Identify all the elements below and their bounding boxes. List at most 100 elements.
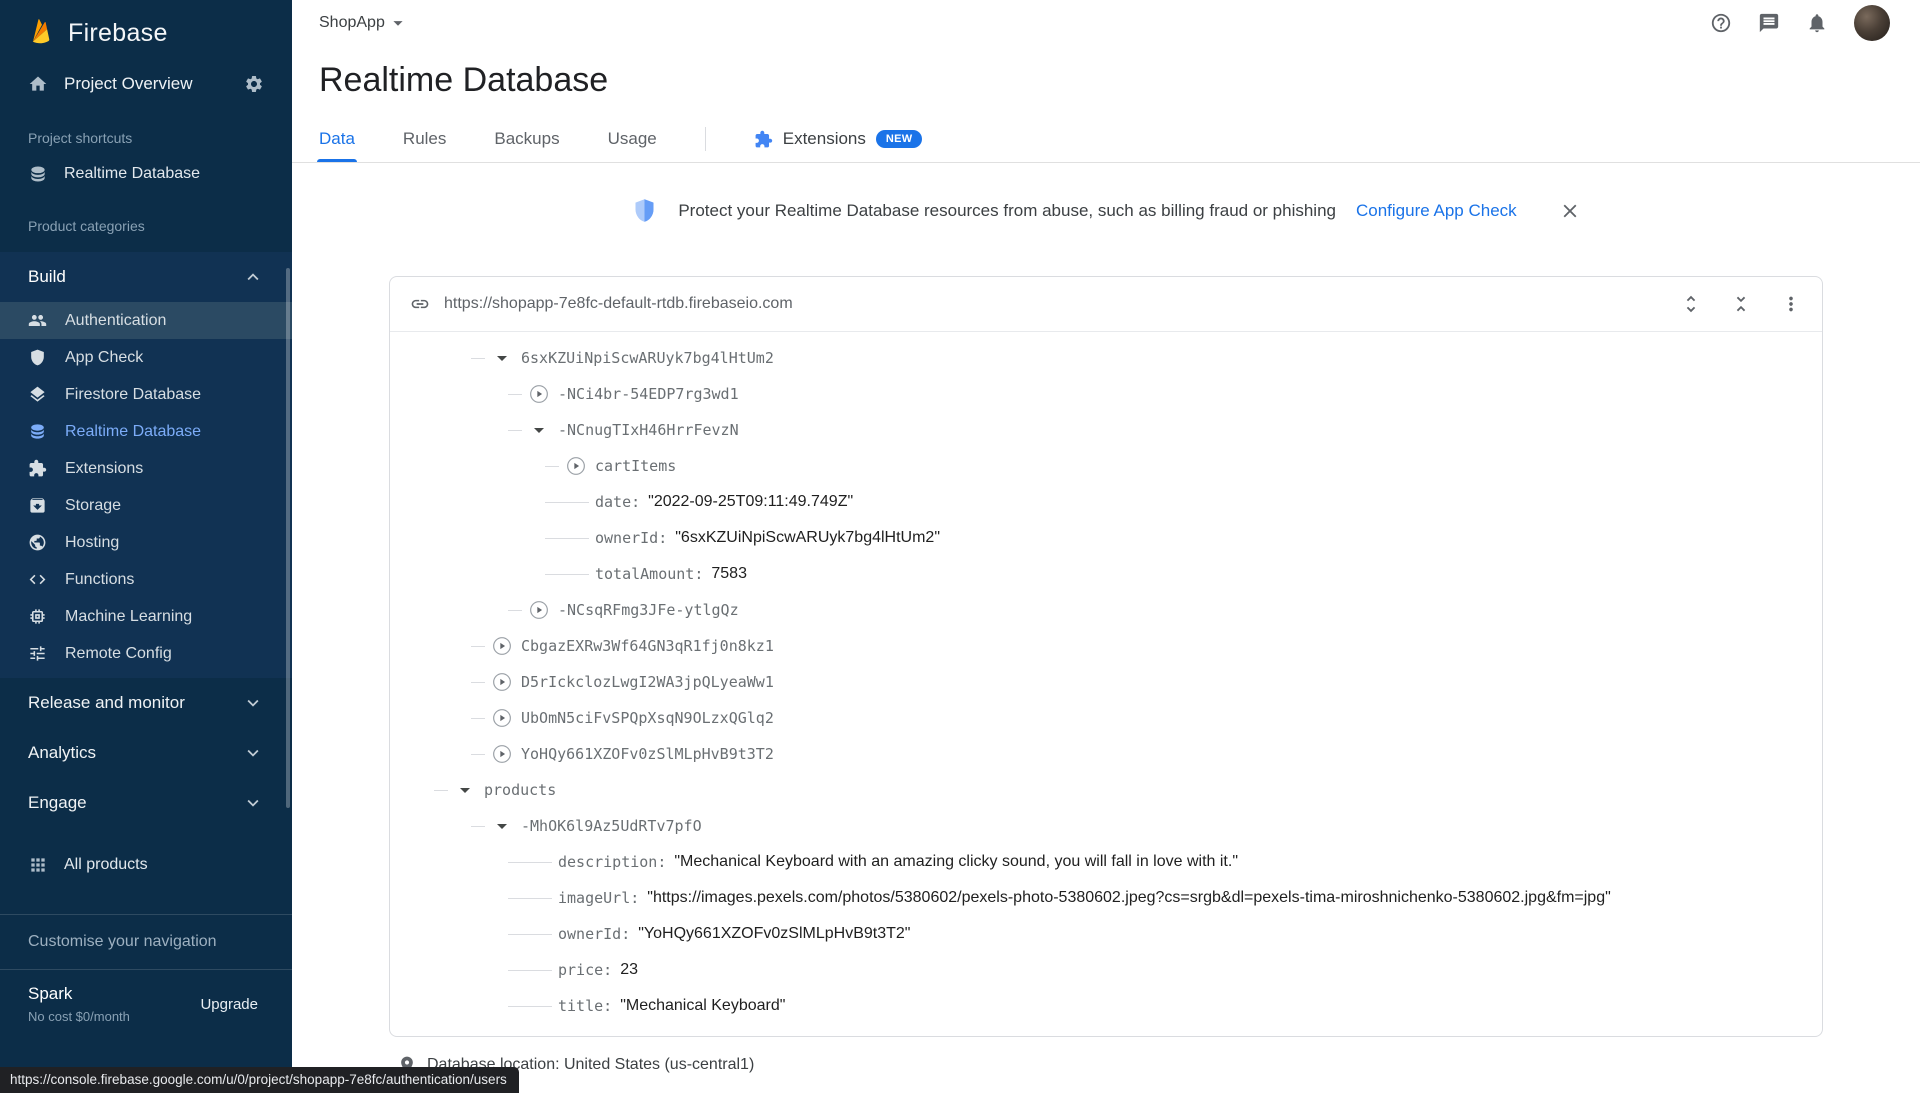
close-banner-icon[interactable] xyxy=(1559,200,1581,222)
tree-row-d5rickclozlwgi2wa3jpqlyeaww1: D5rIckclozLwgI2WA3jpQLyeaWw1 xyxy=(412,664,1806,700)
tab-usage[interactable]: Usage xyxy=(608,116,657,162)
tree-node-key[interactable]: -NCi4br-54EDP7rg3wd1 xyxy=(558,385,739,403)
tab-extensions[interactable]: Extensions NEW xyxy=(754,116,923,162)
sidebar-item-realtime-database[interactable]: Realtime Database xyxy=(0,413,292,450)
more-options-icon[interactable] xyxy=(1780,293,1802,315)
project-selector[interactable]: ShopApp xyxy=(319,12,409,34)
feedback-icon[interactable] xyxy=(1758,12,1780,34)
sidebar-section-analytics[interactable]: Analytics xyxy=(0,728,292,778)
section-label: Engage xyxy=(28,793,87,812)
tree-row-ownerid: ownerId: "YoHQy661XZOFv0zSlMLpHvB9t3T2" xyxy=(412,916,1806,952)
user-avatar[interactable] xyxy=(1854,5,1890,41)
tree-node-key[interactable]: title: xyxy=(558,997,612,1015)
shield-icon xyxy=(28,348,47,367)
sidebar-item-all-products[interactable]: All products xyxy=(0,842,292,888)
database-card-header: https://shopapp-7e8fc-default-rtdb.fireb… xyxy=(390,277,1822,332)
home-icon xyxy=(28,74,48,94)
section-label: Analytics xyxy=(28,743,97,762)
gear-icon[interactable] xyxy=(244,74,264,94)
tree-expand-toggle-icon[interactable] xyxy=(487,633,517,659)
sidebar-item-app-check[interactable]: App Check xyxy=(0,339,292,376)
tree-expand-toggle-icon[interactable] xyxy=(524,597,554,623)
sidebar-item-remote-config[interactable]: Remote Config xyxy=(0,635,292,672)
tree-node-key[interactable]: products xyxy=(484,781,556,799)
tree-node-value[interactable]: "https://images.pexels.com/photos/538060… xyxy=(647,889,1611,907)
tree-collapse-toggle-icon[interactable] xyxy=(524,417,554,443)
sidebar-item-label: Remote Config xyxy=(65,644,172,662)
collapse-all-icon[interactable] xyxy=(1730,293,1752,315)
plan-detail: No cost $0/month xyxy=(28,1009,130,1024)
tree-node-key[interactable]: cartItems xyxy=(595,457,676,475)
sidebar-item-label: Authentication xyxy=(65,311,167,329)
tree-row-description: description: "Mechanical Keyboard with an… xyxy=(412,844,1806,880)
tree-node-key[interactable]: CbgazEXRw3Wf64GN3qR1fj0n8kz1 xyxy=(521,637,774,655)
tree-node-key[interactable]: D5rIckclozLwgI2WA3jpQLyeaWw1 xyxy=(521,673,774,691)
tree-connector xyxy=(434,789,448,791)
tune-icon xyxy=(28,644,47,663)
sidebar-item-authentication[interactable]: Authentication xyxy=(0,302,292,339)
tree-collapse-toggle-icon[interactable] xyxy=(487,345,517,371)
sidebar-item-extensions[interactable]: Extensions xyxy=(0,450,292,487)
sidebar-scrollbar[interactable] xyxy=(286,268,290,808)
tab-rules[interactable]: Rules xyxy=(403,116,446,162)
tree-node-value[interactable]: "2022-09-25T09:11:49.749Z" xyxy=(648,493,853,511)
tree-node-key[interactable]: date: xyxy=(595,493,640,511)
tree-node-key[interactable]: YoHQy661XZOFv0zSlMLpHvB9t3T2 xyxy=(521,745,774,763)
tree-node-key[interactable]: -NCnugTIxH46HrrFevzN xyxy=(558,421,739,439)
notifications-bell-icon[interactable] xyxy=(1806,12,1828,34)
tree-node-key[interactable]: totalAmount: xyxy=(595,565,703,583)
sidebar-item-storage[interactable]: Storage xyxy=(0,487,292,524)
tree-node-value[interactable]: "Mechanical Keyboard with an amazing cli… xyxy=(674,853,1238,871)
tree-expand-toggle-icon[interactable] xyxy=(487,741,517,767)
chevron-down-icon xyxy=(387,12,409,34)
tree-node-value[interactable]: "YoHQy661XZOFv0zSlMLpHvB9t3T2" xyxy=(638,925,910,943)
sidebar-item-project-overview[interactable]: Project Overview xyxy=(0,60,292,108)
sidebar-item-realtime-database-shortcut[interactable]: Realtime Database xyxy=(0,152,292,196)
sidebar-item-label: Functions xyxy=(65,570,135,588)
tree-node-key[interactable]: -NCsqRFmg3JFe-ytlgQz xyxy=(558,601,739,619)
configure-app-check-link[interactable]: Configure App Check xyxy=(1356,201,1517,221)
tree-collapse-toggle-icon[interactable] xyxy=(450,777,480,803)
sidebar-item-hosting[interactable]: Hosting xyxy=(0,524,292,561)
tree-expand-toggle-icon[interactable] xyxy=(487,705,517,731)
tree-node-value[interactable]: 7583 xyxy=(711,565,747,583)
tree-collapse-toggle-icon[interactable] xyxy=(487,813,517,839)
build-section-header[interactable]: Build xyxy=(0,252,292,302)
sidebar-item-firestore-database[interactable]: Firestore Database xyxy=(0,376,292,413)
tree-node-key[interactable]: imageUrl: xyxy=(558,889,639,907)
tree-node-value[interactable]: 23 xyxy=(620,961,638,979)
tree-node-key[interactable]: ownerId: xyxy=(595,529,667,547)
sidebar-item-functions[interactable]: Functions xyxy=(0,561,292,598)
extensions-tab-label: Extensions xyxy=(782,129,866,148)
tree-node-key[interactable]: description: xyxy=(558,853,666,871)
tree-expand-toggle-icon[interactable] xyxy=(524,381,554,407)
tree-row-nci4br-54edp7rg3wd1: -NCi4br-54EDP7rg3wd1 xyxy=(412,376,1806,412)
sidebar-section-release-and-monitor[interactable]: Release and monitor xyxy=(0,678,292,728)
expand-all-icon[interactable] xyxy=(1680,293,1702,315)
sidebar-section-engage[interactable]: Engage xyxy=(0,778,292,828)
tree-expand-toggle-icon[interactable] xyxy=(561,453,591,479)
tab-data[interactable]: Data xyxy=(317,116,357,162)
tab-backups[interactable]: Backups xyxy=(494,116,559,162)
tree-connector xyxy=(471,645,485,647)
tree-node-key[interactable]: 6sxKZUiNpiScwARUyk7bg4lHtUm2 xyxy=(521,349,774,367)
tree-node-key[interactable]: UbOmN5ciFvSPQpXsqN9OLzxQGlq2 xyxy=(521,709,774,727)
database-tree: 6sxKZUiNpiScwARUyk7bg4lHtUm2 -NCi4br-54ED… xyxy=(390,332,1822,1036)
tree-row-mhok6l9az5udrtv7pfo: -MhOK6l9Az5UdRTv7pfO xyxy=(412,808,1806,844)
build-panel: Build Authentication App Check Firestore D… xyxy=(0,252,292,678)
firebase-logo[interactable]: Firebase xyxy=(0,0,292,60)
tree-connector xyxy=(545,537,589,539)
help-icon[interactable] xyxy=(1710,12,1732,34)
sidebar-item-machine-learning[interactable]: Machine Learning xyxy=(0,598,292,635)
tree-node-key[interactable]: ownerId: xyxy=(558,925,630,943)
tree-node-value[interactable]: "6sxKZUiNpiScwARUyk7bg4lHtUm2" xyxy=(675,529,940,547)
tree-row-ncsqrfmg3jfe-ytlgqz: -NCsqRFmg3JFe-ytlgQz xyxy=(412,592,1806,628)
tree-node-key[interactable]: -MhOK6l9Az5UdRTv7pfO xyxy=(521,817,702,835)
tree-node-value[interactable]: "Mechanical Keyboard" xyxy=(620,997,785,1015)
tree-expand-toggle-icon[interactable] xyxy=(487,669,517,695)
topbar-actions xyxy=(1710,5,1890,41)
upgrade-button[interactable]: Upgrade xyxy=(194,995,264,1014)
customise-navigation-button[interactable]: Customise your navigation xyxy=(0,915,292,957)
nav-sections: Release and monitor Analytics Engage xyxy=(0,678,292,828)
tree-node-key[interactable]: price: xyxy=(558,961,612,979)
